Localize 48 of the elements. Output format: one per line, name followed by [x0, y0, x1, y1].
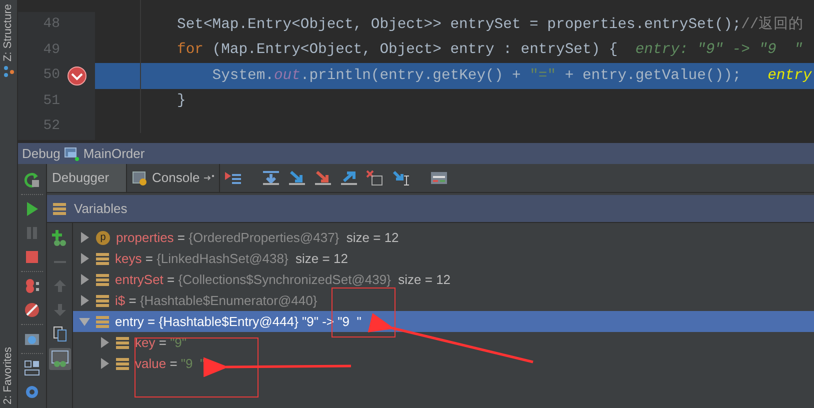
panel-title: Debug — [22, 144, 60, 163]
field-icon — [116, 358, 129, 370]
variable-text: keys = {LinkedHashSet@438} size = 12 — [115, 250, 348, 268]
panel-title: Variables — [74, 200, 128, 218]
toggle-button-icon[interactable] — [48, 348, 70, 370]
structure-icon[interactable] — [2, 65, 14, 78]
tree-row[interactable]: i$ = {Hashtable$Enumerator@440} — [73, 290, 814, 311]
expand-arrow-icon[interactable] — [79, 295, 90, 306]
code-line: Set<Map.Entry<Object, Object>> entrySet = properties.entrySet();//返回的 — [176, 15, 804, 35]
expand-arrow-icon[interactable] — [79, 274, 90, 285]
pin-icon[interactable] — [204, 174, 214, 182]
mute-breakpoints-icon[interactable] — [22, 300, 42, 320]
expand-arrow-icon[interactable] — [99, 358, 110, 369]
variable-text: properties = {OrderedProperties@437} size = 12 — [116, 228, 399, 247]
force-step-into-icon[interactable] — [312, 168, 333, 188]
run-to-cursor-icon[interactable] — [390, 168, 411, 188]
code-line: System.out.println(entry.getKey() + "=" + entry.getValue()); entry — [211, 66, 812, 86]
variable-text: i$ = {Hashtable$Enumerator@440} — [115, 292, 318, 310]
field-icon — [96, 252, 109, 264]
field-icon — [96, 294, 109, 306]
tree-row[interactable]: keys = {LinkedHashSet@438} size = 12 — [73, 248, 814, 269]
tool-window-label[interactable]: Z: Structure — [0, 4, 17, 62]
list-icon — [53, 202, 66, 214]
expand-arrow-icon[interactable] — [79, 232, 90, 243]
tree-row[interactable]: entrySet = {Collections$SynchronizedSet@439} size = 12 — [73, 269, 814, 290]
console-icon — [132, 170, 148, 186]
rerun-icon[interactable] — [22, 170, 42, 190]
field-icon — [96, 316, 109, 328]
collapse-arrow-icon[interactable] — [79, 316, 90, 327]
field-icon — [116, 336, 129, 348]
tab[interactable]: Debugger — [47, 164, 127, 192]
expand-arrow-icon[interactable] — [99, 337, 110, 348]
tool-window-label[interactable]: 2: Favorites — [0, 346, 17, 404]
step-into-icon[interactable] — [286, 168, 307, 188]
field-icon — [96, 274, 109, 286]
layout-icon[interactable] — [22, 358, 42, 378]
code-line: } — [176, 92, 186, 112]
annotation-box — [332, 288, 396, 338]
property-icon: p — [96, 230, 110, 244]
run-configuration-name: MainOrder — [83, 144, 145, 163]
drop-frame-icon[interactable] — [364, 168, 385, 188]
breakpoint-icon[interactable] — [67, 66, 87, 86]
expand-arrow-icon[interactable] — [79, 253, 90, 264]
code-line: for (Map.Entry<Object, Object> entry : entrySet) { entry: "9" -> "9 " — [176, 41, 803, 60]
window-icon — [64, 146, 80, 160]
variable-text: entrySet = {Collections$SynchronizedSet@439} size = 12 — [115, 270, 451, 289]
step-over-icon[interactable] — [260, 168, 281, 188]
tree-row[interactable]: p properties = {OrderedProperties@437} size = 12 — [73, 227, 814, 248]
